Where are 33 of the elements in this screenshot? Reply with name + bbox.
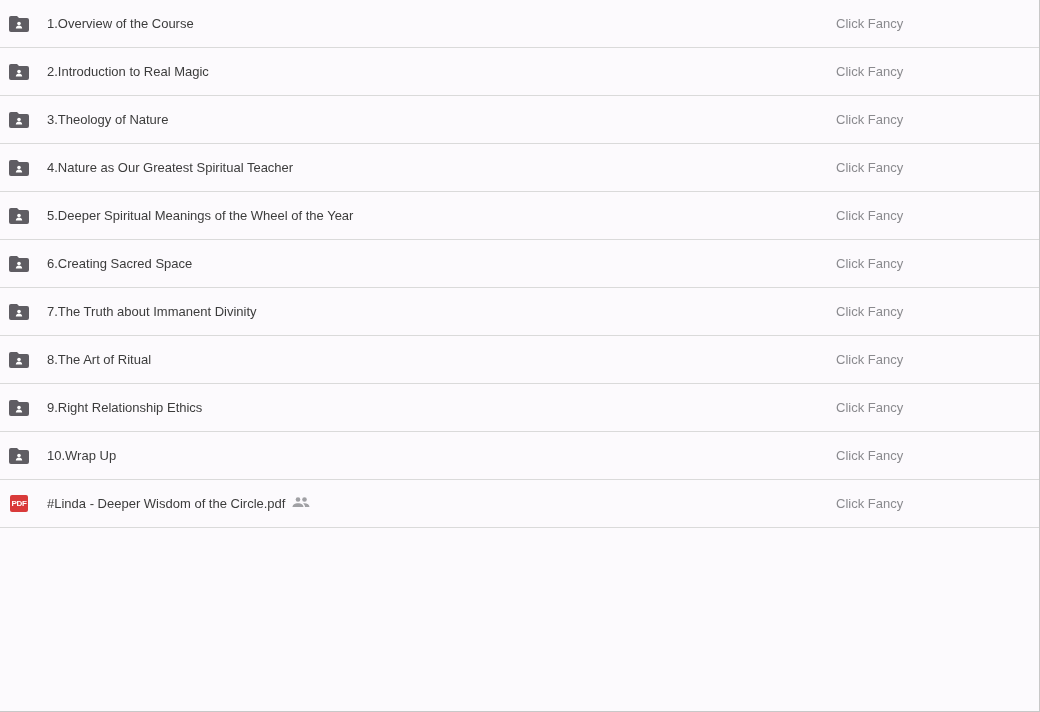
owner-name: Click Fancy	[836, 14, 904, 33]
shared-folder-icon	[9, 63, 29, 80]
file-name[interactable]: 10.Wrap Up	[47, 445, 117, 466]
file-name[interactable]: 7.The Truth about Immanent Divinity	[47, 301, 257, 322]
owner-name: Click Fancy	[836, 110, 904, 129]
shared-folder-icon	[9, 15, 29, 32]
owner-name: Click Fancy	[836, 446, 904, 465]
owner-name: Click Fancy	[836, 302, 904, 321]
file-name[interactable]: 2.Introduction to Real Magic	[47, 61, 209, 82]
shared-folder-icon	[9, 303, 29, 320]
owner-name: Click Fancy	[836, 62, 904, 81]
shared-folder-icon	[9, 207, 29, 224]
shared-folder-icon	[9, 351, 29, 368]
file-name[interactable]: 9.Right Relationship Ethics	[47, 397, 203, 418]
file-name[interactable]: 4.Nature as Our Greatest Spiritual Teacher	[47, 157, 294, 178]
shared-folder-icon	[9, 159, 29, 176]
file-name[interactable]: 1.Overview of the Course	[47, 13, 194, 34]
pdf-icon: PDF	[10, 495, 28, 512]
owner-name: Click Fancy	[836, 158, 904, 177]
owner-name: Click Fancy	[836, 206, 904, 225]
file-name[interactable]: #Linda - Deeper Wisdom of the Circle.pdf	[47, 493, 286, 514]
shared-folder-icon	[9, 447, 29, 464]
owner-name: Click Fancy	[836, 398, 904, 417]
file-name[interactable]: 6.Creating Sacred Space	[47, 253, 193, 274]
owner-name: Click Fancy	[836, 494, 904, 513]
shared-folder-icon	[9, 255, 29, 272]
owner-name: Click Fancy	[836, 350, 904, 369]
file-name[interactable]: 8.The Art of Ritual	[47, 349, 152, 370]
shared-folder-icon	[9, 111, 29, 128]
shared-folder-icon	[9, 399, 29, 416]
owner-name: Click Fancy	[836, 254, 904, 273]
file-name[interactable]: 3.Theology of Nature	[47, 109, 169, 130]
file-name[interactable]: 5.Deeper Spiritual Meanings of the Wheel of the Year	[47, 205, 354, 226]
